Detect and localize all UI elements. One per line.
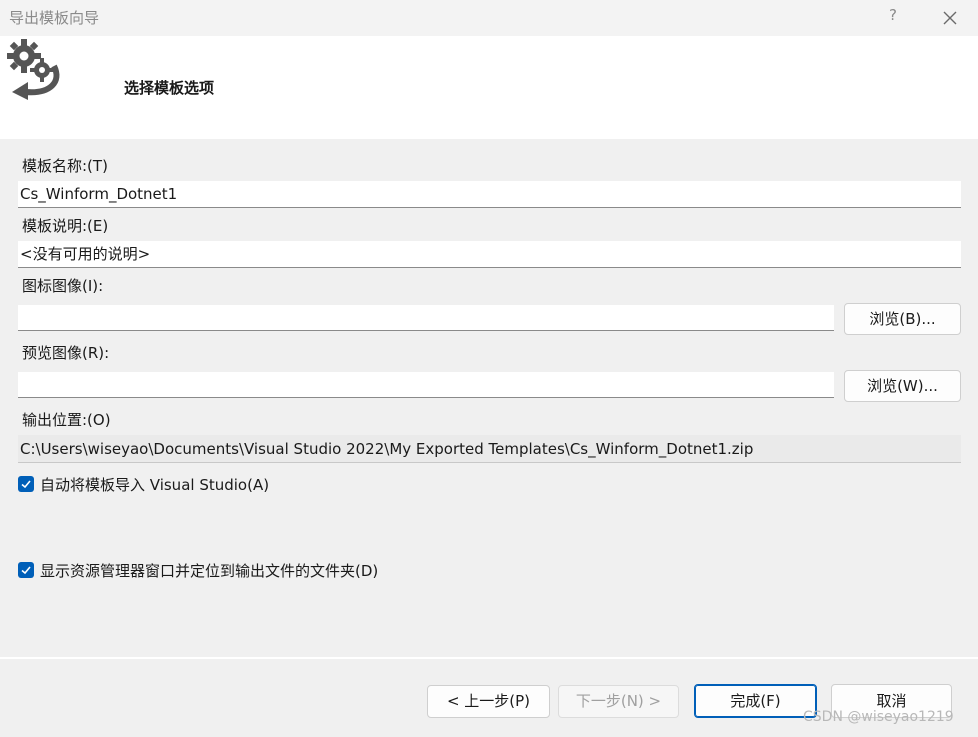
preview-image-input[interactable] (18, 372, 834, 398)
footer-separator (0, 657, 978, 659)
preview-image-label: 预览图像(R): (22, 344, 110, 362)
prev-button[interactable]: < 上一步(P) (427, 685, 550, 718)
finish-button[interactable]: 完成(F) (694, 684, 817, 718)
icon-image-label: 图标图像(I): (22, 277, 104, 295)
wizard-header: 选择模板选项 (0, 36, 978, 139)
browse-preview-button[interactable]: 浏览(W)... (844, 370, 961, 402)
template-name-label: 模板名称:(T) (22, 157, 108, 175)
output-location-label: 输出位置:(O) (22, 411, 111, 429)
page-subtitle: 选择模板选项 (124, 79, 215, 97)
close-button[interactable] (938, 6, 962, 30)
browse-icon-button[interactable]: 浏览(B)... (844, 303, 961, 335)
checkmark-icon (21, 480, 31, 489)
auto-import-checkbox[interactable] (18, 476, 34, 492)
gear-export-icon (7, 39, 60, 100)
template-desc-input[interactable]: <没有可用的说明> (18, 241, 961, 268)
watermark-text: CSDN @wiseyao1219 (803, 709, 954, 725)
next-button[interactable]: 下一步(N) > (558, 685, 679, 718)
show-explorer-label[interactable]: 显示资源管理器窗口并定位到输出文件的文件夹(D) (40, 560, 378, 581)
auto-import-label[interactable]: 自动将模板导入 Visual Studio(A) (40, 474, 269, 495)
close-icon (943, 11, 957, 25)
output-location-input[interactable]: C:\Users\wiseyao\Documents\Visual Studio… (18, 435, 961, 463)
help-button[interactable]: ? (884, 6, 902, 28)
title-bar: 导出模板向导 ? (0, 0, 978, 36)
template-name-input[interactable]: Cs_Winform_Dotnet1 (18, 181, 961, 208)
show-explorer-checkbox[interactable] (18, 562, 34, 578)
template-desc-label: 模板说明:(E) (22, 217, 109, 235)
icon-image-input[interactable] (18, 305, 834, 331)
checkmark-icon (21, 566, 31, 575)
window-title: 导出模板向导 (9, 9, 100, 27)
